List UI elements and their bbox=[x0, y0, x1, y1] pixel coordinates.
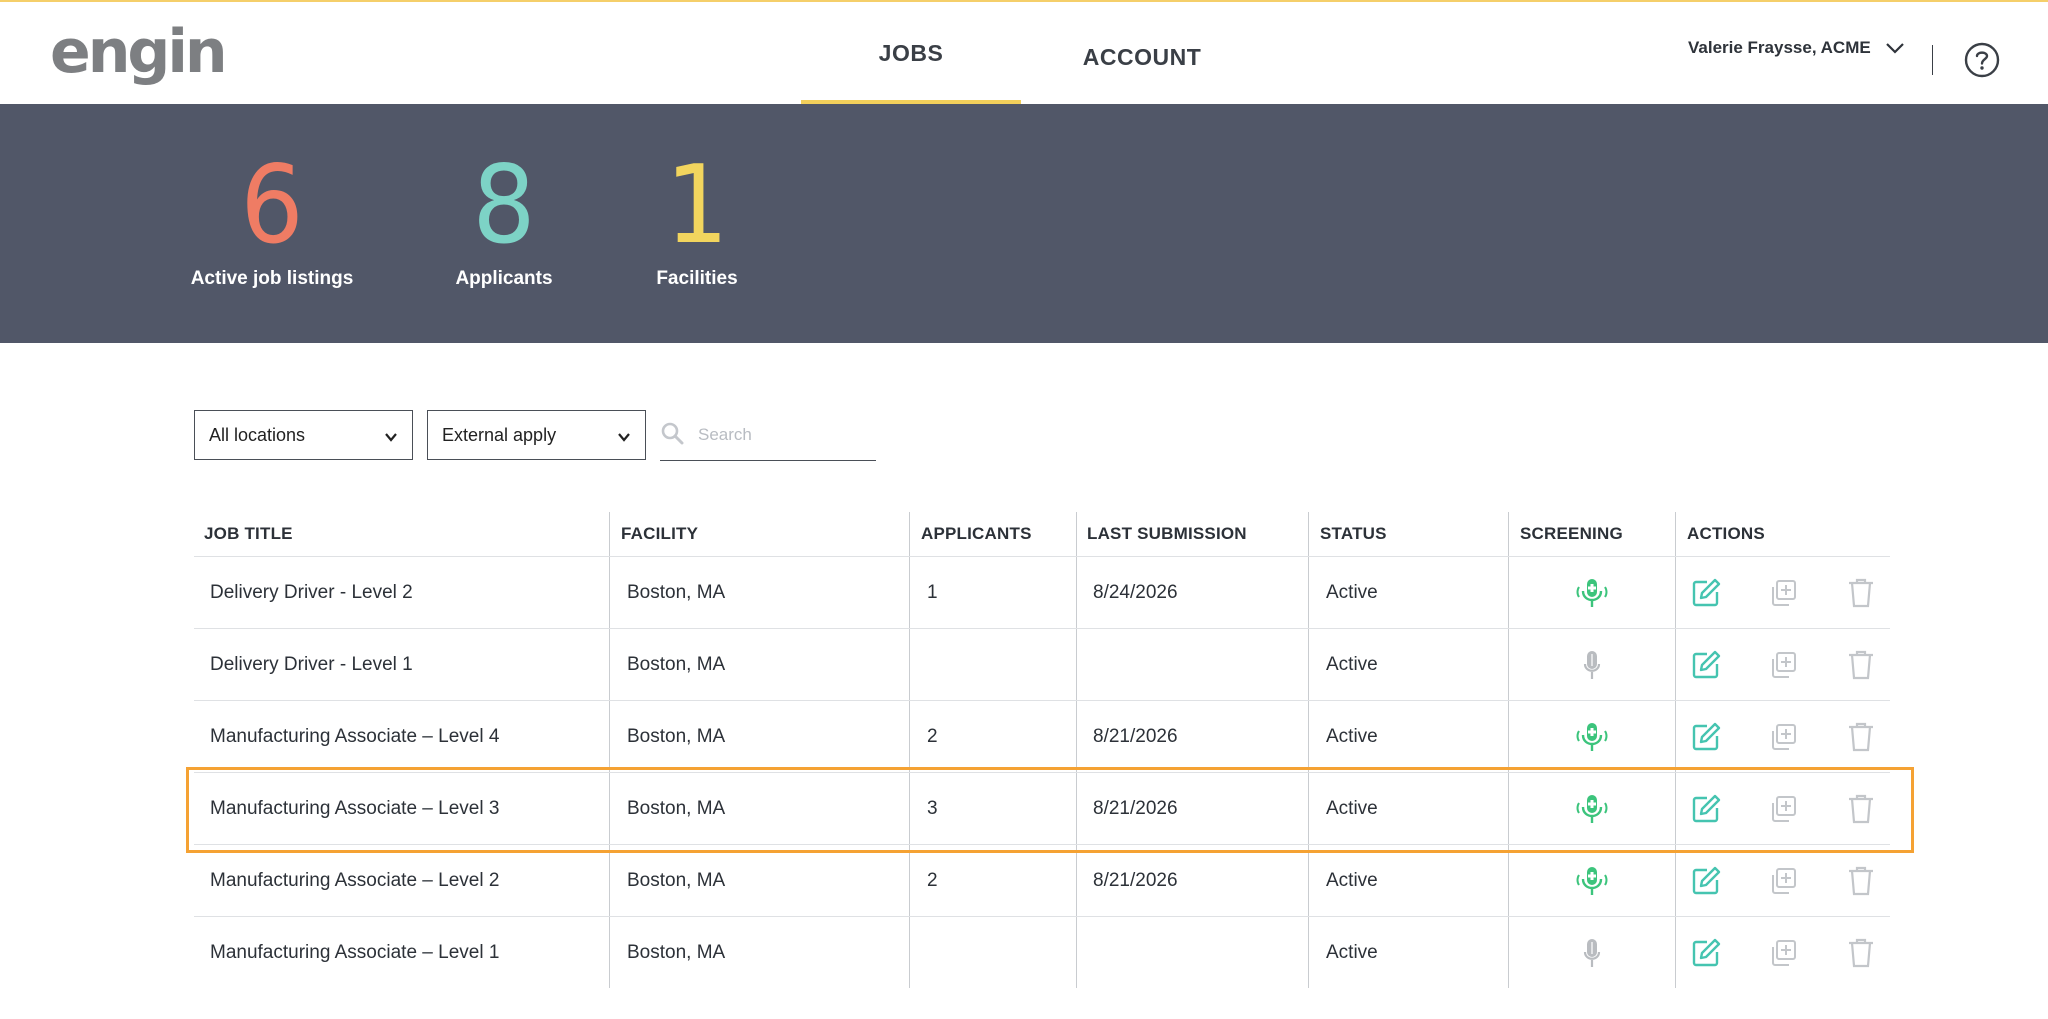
status-cell: Active bbox=[1326, 941, 1378, 963]
last-submission-cell: 8/24/2026 bbox=[1093, 581, 1178, 603]
edit-icon[interactable] bbox=[1690, 701, 1722, 772]
header-last-submission[interactable]: LAST SUBMISSION bbox=[1087, 512, 1247, 556]
engin-logo[interactable]: engin bbox=[50, 22, 228, 82]
stat-value: 6 bbox=[240, 143, 304, 268]
table-row[interactable]: Manufacturing Associate – Level 1 Boston,… bbox=[194, 916, 1890, 988]
stat-active-listings: 6 Active job listings bbox=[172, 152, 372, 290]
user-name: Valerie Fraysse, ACME bbox=[1688, 38, 1871, 57]
chevron-down-icon bbox=[1885, 42, 1905, 54]
last-submission-cell: 8/21/2026 bbox=[1093, 869, 1178, 891]
duplicate-icon[interactable] bbox=[1768, 629, 1798, 700]
stat-applicants: 8 Applicants bbox=[404, 152, 604, 290]
header-status[interactable]: STATUS bbox=[1320, 512, 1387, 556]
table-row[interactable]: Manufacturing Associate – Level 4 Boston,… bbox=[194, 700, 1890, 772]
location-select[interactable]: All locations bbox=[194, 410, 413, 460]
trash-icon[interactable] bbox=[1847, 629, 1875, 700]
stat-value: 1 bbox=[665, 143, 729, 268]
header-job-title[interactable]: JOB TITLE bbox=[204, 512, 293, 556]
table-header: JOB TITLE FACILITY APPLICANTS LAST SUBMI… bbox=[194, 512, 1890, 556]
header-screening: SCREENING bbox=[1520, 524, 1623, 543]
applicants-cell: 2 bbox=[927, 869, 938, 891]
header-actions: ACTIONS bbox=[1687, 524, 1765, 543]
trash-icon[interactable] bbox=[1847, 845, 1875, 916]
status-cell: Active bbox=[1326, 869, 1378, 891]
apply-type-select-value: External apply bbox=[442, 424, 557, 445]
status-cell: Active bbox=[1326, 725, 1378, 747]
duplicate-icon[interactable] bbox=[1768, 917, 1798, 988]
facility-cell: Boston, MA bbox=[627, 653, 726, 675]
microphone-icon[interactable] bbox=[1576, 629, 1608, 700]
chevron-down-icon bbox=[384, 428, 398, 449]
facility-cell: Boston, MA bbox=[627, 725, 726, 747]
job-title-cell[interactable]: Manufacturing Associate – Level 2 bbox=[210, 845, 499, 916]
table-row[interactable]: Delivery Driver - Level 1 Boston, MA Activ… bbox=[194, 628, 1890, 700]
job-title-cell[interactable]: Delivery Driver - Level 2 bbox=[210, 557, 413, 628]
top-header: engin JOBS ACCOUNT Valerie Fraysse, ACME bbox=[0, 2, 2048, 104]
highlighted-row-outline bbox=[186, 767, 1914, 853]
job-title-cell[interactable]: Delivery Driver - Level 1 bbox=[210, 629, 413, 700]
stat-label: Applicants bbox=[455, 268, 553, 289]
duplicate-icon[interactable] bbox=[1768, 845, 1798, 916]
job-title-cell[interactable]: Manufacturing Associate – Level 4 bbox=[210, 701, 499, 772]
edit-icon[interactable] bbox=[1690, 629, 1722, 700]
stat-facilities: 1 Facilities bbox=[597, 152, 797, 290]
microphone-icon[interactable] bbox=[1576, 917, 1608, 988]
search-input[interactable] bbox=[696, 424, 860, 446]
microphone-icon[interactable] bbox=[1576, 845, 1608, 916]
chevron-down-icon bbox=[617, 428, 631, 449]
stat-label: Facilities bbox=[656, 268, 738, 289]
header-applicants[interactable]: APPLICANTS bbox=[921, 512, 1032, 556]
header-divider bbox=[1932, 45, 1933, 75]
edit-icon[interactable] bbox=[1690, 917, 1722, 988]
location-select-value: All locations bbox=[209, 424, 306, 445]
table-row[interactable]: Delivery Driver - Level 2 Boston, MA 1 8/24… bbox=[194, 556, 1890, 628]
search-icon bbox=[660, 421, 684, 450]
facility-cell: Boston, MA bbox=[627, 581, 726, 603]
duplicate-icon[interactable] bbox=[1768, 701, 1798, 772]
trash-icon[interactable] bbox=[1847, 701, 1875, 772]
edit-icon[interactable] bbox=[1690, 557, 1722, 628]
last-submission-cell: 8/21/2026 bbox=[1093, 725, 1178, 747]
status-cell: Active bbox=[1326, 581, 1378, 603]
apply-type-select[interactable]: External apply bbox=[427, 410, 646, 460]
stat-label: Active job listings bbox=[190, 268, 354, 289]
applicants-cell: 2 bbox=[927, 725, 938, 747]
trash-icon[interactable] bbox=[1847, 557, 1875, 628]
user-menu[interactable]: Valerie Fraysse, ACME bbox=[1688, 38, 1905, 58]
microphone-icon[interactable] bbox=[1576, 701, 1608, 772]
edit-icon[interactable] bbox=[1690, 845, 1722, 916]
status-cell: Active bbox=[1326, 653, 1378, 675]
search-box[interactable] bbox=[660, 410, 876, 461]
stats-banner: 6 Active job listings 8 Applicants 1 Fac… bbox=[0, 104, 2048, 343]
duplicate-icon[interactable] bbox=[1768, 557, 1798, 628]
tab-account[interactable]: ACCOUNT bbox=[1032, 2, 1252, 108]
microphone-icon[interactable] bbox=[1576, 557, 1608, 628]
applicants-cell: 1 bbox=[927, 581, 938, 603]
header-facility[interactable]: FACILITY bbox=[621, 512, 698, 556]
facility-cell: Boston, MA bbox=[627, 869, 726, 891]
job-title-cell[interactable]: Manufacturing Associate – Level 1 bbox=[210, 917, 499, 988]
tab-jobs[interactable]: JOBS bbox=[801, 2, 1021, 104]
table-row[interactable]: Manufacturing Associate – Level 2 Boston,… bbox=[194, 844, 1890, 916]
facility-cell: Boston, MA bbox=[627, 941, 726, 963]
trash-icon[interactable] bbox=[1847, 917, 1875, 988]
help-circle-icon[interactable] bbox=[1964, 42, 2000, 78]
jobs-table: JOB TITLE FACILITY APPLICANTS LAST SUBMI… bbox=[194, 512, 1890, 988]
stat-value: 8 bbox=[472, 143, 536, 268]
